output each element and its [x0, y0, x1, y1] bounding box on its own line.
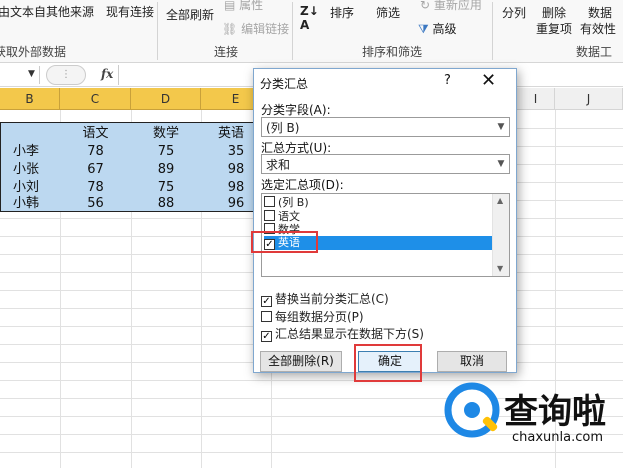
table-cell[interactable]: 89: [131, 161, 201, 179]
table-cell[interactable]: 75: [131, 143, 201, 161]
watermark-logo-icon: [444, 382, 500, 438]
table-cell[interactable]: 88: [131, 195, 201, 213]
reapply-button[interactable]: ↻ 重新应用: [420, 0, 482, 13]
chevron-down-icon[interactable]: ▼: [493, 155, 509, 173]
method-select[interactable]: 求和 ▼: [261, 154, 510, 174]
data-validation-button[interactable]: 数据: [588, 4, 612, 21]
sort-button[interactable]: 排序: [330, 4, 354, 21]
replace-current-option[interactable]: ✓ 替换当前分类汇总(C): [261, 290, 389, 307]
summary-below-option[interactable]: ✓ 汇总结果显示在数据下方(S): [261, 325, 424, 342]
watermark-url: chaxunla.com: [512, 430, 603, 445]
scroll-up-icon[interactable]: ▲: [497, 196, 503, 205]
remove-duplicates-button[interactable]: 删除: [542, 4, 566, 21]
header-cell-math[interactable]: 数学: [131, 125, 201, 143]
scroll-down-icon[interactable]: ▼: [497, 264, 503, 273]
group-get-external-data: 获取外部数据: [0, 45, 67, 59]
checkbox-icon[interactable]: [264, 196, 275, 207]
remove-all-button[interactable]: 全部删除(R): [260, 351, 342, 372]
table-row-name[interactable]: 小张: [0, 161, 52, 179]
checkbox-icon[interactable]: [261, 311, 272, 322]
fx-icon[interactable]: fx: [101, 67, 113, 81]
column-header-b[interactable]: B: [0, 88, 60, 110]
cancel-button[interactable]: 取消: [437, 351, 507, 372]
chevron-down-icon[interactable]: ▼: [493, 118, 509, 136]
group-connections: 连接: [214, 45, 239, 59]
advanced-filter-icon: ⧩: [418, 22, 429, 36]
validation-label: 有效性: [580, 22, 617, 36]
table-row-name[interactable]: 小韩: [0, 195, 52, 213]
from-other-sources-button[interactable]: 自其他来源: [34, 3, 94, 20]
field-select-value: (列 B): [266, 121, 300, 135]
watermark-text: 查询啦: [504, 392, 606, 432]
column-header-c[interactable]: C: [60, 88, 131, 110]
properties-icon: ▤: [224, 0, 240, 12]
listbox-scrollbar[interactable]: ▲ ▼: [492, 194, 509, 276]
list-item[interactable]: 语文: [264, 210, 494, 224]
highlight-box: [354, 344, 422, 382]
field-label: 分类字段(A):: [261, 103, 331, 117]
refresh-all-button[interactable]: 全部刷新: [166, 6, 214, 23]
text-to-columns-button[interactable]: 分列: [502, 4, 526, 21]
column-header-j[interactable]: J: [555, 88, 623, 110]
sort-az-icon[interactable]: Z↓ A: [300, 4, 319, 32]
subtotal-dialog: 分类汇总 ? ✕ 分类字段(A): (列 B) ▼ 汇总方式(U): 求和 ▼ …: [251, 68, 517, 382]
duplicates-label: 重复项: [536, 22, 573, 36]
checkmark-icon[interactable]: ✓: [261, 331, 272, 342]
table-cell[interactable]: 56: [60, 195, 131, 213]
field-select[interactable]: (列 B) ▼: [261, 117, 510, 137]
existing-connections-button[interactable]: 现有连接: [106, 3, 154, 20]
reapply-icon: ↻: [420, 0, 434, 12]
method-select-value: 求和: [266, 158, 291, 172]
table-cell[interactable]: 67: [60, 161, 131, 179]
help-icon[interactable]: ?: [444, 73, 451, 88]
items-label: 选定汇总项(D):: [261, 178, 344, 192]
column-header-i[interactable]: I: [517, 88, 555, 110]
filter-button[interactable]: 筛选: [376, 4, 400, 21]
page-break-option[interactable]: 每组数据分页(P): [261, 308, 364, 325]
ribbon: 由文本 自其他来源 现有连接 全部刷新 ▤ 属性 ⛓ 编辑链接 Z↓ A 排序 筛…: [0, 0, 623, 63]
name-box[interactable]: ▼: [0, 66, 40, 84]
group-data-tools: 数据工: [576, 45, 613, 59]
table-cell[interactable]: 78: [60, 143, 131, 161]
header-cell-chinese[interactable]: 语文: [60, 125, 131, 143]
header-cell-english[interactable]: 英语: [201, 125, 261, 143]
table-row-name[interactable]: 小李: [0, 143, 52, 161]
highlight-box: [251, 231, 318, 253]
advanced-button[interactable]: ⧩ 高级: [418, 20, 457, 37]
formula-splitter[interactable]: ⋮: [46, 65, 86, 85]
checkbox-icon[interactable]: [264, 210, 275, 221]
list-item[interactable]: (列 B): [264, 196, 494, 210]
group-sort-filter: 排序和筛选: [362, 45, 423, 59]
watermark: 查询啦 chaxunla.com: [438, 376, 623, 468]
dropdown-icon: ▼: [28, 69, 35, 79]
from-text-button[interactable]: 由文本: [0, 3, 34, 20]
column-header-d[interactable]: D: [131, 88, 201, 110]
checkmark-icon[interactable]: ✓: [261, 296, 272, 307]
properties-button[interactable]: ▤ 属性: [224, 0, 263, 13]
edit-links-button[interactable]: ⛓ 编辑链接: [222, 20, 289, 37]
dialog-title: 分类汇总: [260, 77, 309, 91]
close-icon[interactable]: ✕: [481, 70, 496, 91]
link-icon: ⛓: [222, 22, 242, 36]
